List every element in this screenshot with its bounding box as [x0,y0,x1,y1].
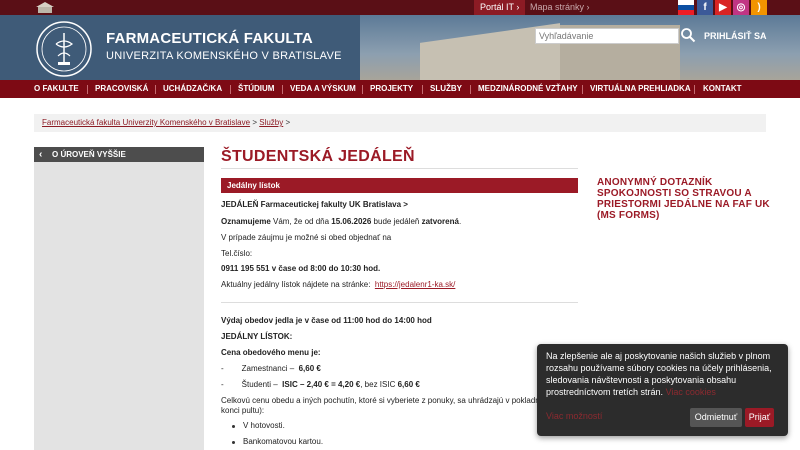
payment-info-cont: konci pultu): [221,406,265,415]
nav-divider [362,85,363,94]
breadcrumb: Farmaceutická fakulta Univerzity Komensk… [34,114,766,132]
nav-divider [422,85,423,94]
nav-item-medzinarodne-vztahy[interactable]: MEDZINÁRODNÉ VZŤAHY [478,80,578,98]
chevron-left-icon: ‹ [39,149,43,160]
site-header: FARMACEUTICKÁ FAKULTA UNIVERZITA KOMENSK… [0,15,800,80]
site-map-label: Mapa stránky [530,2,585,12]
notice-text: . [458,217,462,226]
login-link[interactable]: PRIHLÁSIŤ SA [704,31,767,41]
cookie-accept-button[interactable]: Prijať [745,408,774,427]
serving-hours: Výdaj obedov jedla je v čase od 11:00 ho… [221,316,432,325]
serving-hours-text: Výdaj obedov jedla je v čase od 11:00 ho… [221,316,432,325]
notice-text: Vám, že od dňa [270,217,332,226]
menu-label-text: JEDÁLNY LÍSTOK: [221,332,293,341]
notice-text: bude jedáleň [371,217,422,226]
phone-number: 0911 195 551 v čase od 8:00 do 10:30 hod… [221,264,380,273]
cookie-reject-button[interactable]: Odmietnuť [690,408,742,427]
top-utility-bar: Portál IT › Mapa stránky › f ▶ ◎ ) [0,0,800,15]
main-navigation: O FAKULTE PRACOVISKÁ UCHÁDZAČ/KA ŠTÚDIUM… [0,80,800,98]
breadcrumb-separator: > [285,118,291,127]
cookie-text: Na zlepšenie ale aj poskytovanie našich … [546,350,782,398]
cookie-more-inline-link[interactable]: Viac cookies [666,387,716,397]
nav-item-sluzby[interactable]: SLUŽBY [430,80,462,98]
price-students-value: 6,60 € [397,380,420,389]
site-map-link[interactable]: Mapa stránky › [524,0,596,15]
menu-heading-bar: Jedálny lístok [221,178,578,193]
portal-it-label: Portál IT [480,2,514,12]
bullet-icon [232,425,235,428]
nav-divider [155,85,156,94]
youtube-icon[interactable]: ▶ [715,0,731,15]
instagram-icon[interactable]: ◎ [733,0,749,15]
level-up-label: O ÚROVEŇ VYŠŠIE [52,150,126,159]
nav-divider [694,85,695,94]
canteen-heading: JEDÁLEŇ Farmaceutickej fakulty UK Bratis… [221,200,408,209]
notice-strong: Oznamujeme [221,217,271,226]
nav-item-studium[interactable]: ŠTÚDIUM [238,80,274,98]
menu-external-link[interactable]: https://jedalenr1-ka.sk/ [375,280,455,289]
price-dash: - [221,380,224,389]
cookie-message: Na zlepšenie ale aj poskytovanie našich … [546,351,772,397]
faculty-logo-icon[interactable] [34,20,94,78]
nav-item-virtualna-prehliadka[interactable]: VIRTUÁLNA PREHLIADKA [590,80,691,98]
search-icon[interactable] [680,27,696,43]
nav-divider [282,85,283,94]
home-icon[interactable] [34,1,56,14]
price-students-text: , bez ISIC [360,380,398,389]
order-info: V prípade záujmu je možné si obed objedn… [221,233,392,242]
notice-status: zatvorená [421,217,459,226]
price-heading-text: Cena obedového menu je: [221,348,321,357]
breadcrumb-link-faculty[interactable]: Farmaceutická fakulta Univerzity Komensk… [42,118,250,127]
menu-label: JEDÁLNY LÍSTOK: [221,332,292,341]
survey-link[interactable]: ANONYMNÝ DOTAZNÍK SPOKOJNOSTI SO STRAVOU… [597,177,772,221]
rss-icon[interactable]: ) [751,0,767,15]
breadcrumb-separator: > [252,118,257,127]
nav-item-veda-a-vyskum[interactable]: VEDA A VÝSKUM [290,80,356,98]
payment-card: Bankomatovou kartou. [243,437,324,446]
cookie-more-options-link[interactable]: Viac možností [546,410,602,422]
level-up-button[interactable]: ‹ O ÚROVEŇ VYŠŠIE [34,147,204,162]
flag-sk-icon[interactable] [678,0,694,15]
nav-divider [582,85,583,94]
price-students-label: Študenti – [241,380,278,389]
nav-item-uchadzac[interactable]: UCHÁDZAČ/KA [163,80,222,98]
price-heading: Cena obedového menu je: [221,348,321,357]
nav-item-kontakt[interactable]: KONTAKT [703,80,742,98]
menu-link-label: Aktuálny jedálny lístok nájdete na strán… [221,280,371,289]
content-divider [221,302,578,303]
payment-cash: V hotovosti. [243,421,285,430]
price-employees-value: 6,60 € [298,364,321,373]
price-employees: - Zamestnanci – 6,60 € [221,364,321,373]
facebook-icon[interactable]: f [697,0,713,15]
payment-info: Celkovú cenu obedu a iných pochutín, kto… [221,396,542,405]
nav-divider [230,85,231,94]
bullet-icon [232,441,235,444]
breadcrumb-link-sluzby[interactable]: Služby [259,118,283,127]
sidebar: ‹ O ÚROVEŇ VYŠŠIE [34,147,204,450]
nav-item-o-fakulte[interactable]: O FAKULTE [34,80,79,98]
university-subtitle[interactable]: UNIVERZITA KOMENSKÉHO V BRATISLAVE [106,50,342,62]
phone-label: Tel.číslo: [221,249,253,258]
closure-notice: Oznamujeme Vám, že od dňa 15.06.2026 bud… [221,217,461,226]
nav-divider [87,85,88,94]
nav-item-projekty[interactable]: PROJEKTY [370,80,413,98]
search-input[interactable]: Vyhľadávanie [535,28,679,44]
price-employees-label: Zamestnanci – [241,364,295,373]
title-divider [221,168,578,169]
price-students-isic: ISIC – 2,40 € = 4,20 € [282,380,361,389]
canteen-heading-text: JEDÁLEŇ Farmaceutickej fakulty UK Bratis… [221,200,408,209]
faculty-title[interactable]: FARMACEUTICKÁ FAKULTA [106,30,313,47]
notice-date: 15.06.2026 [331,217,372,226]
page-title: ŠTUDENTSKÁ JEDÁLEŇ [221,148,415,165]
cookie-banner: Na zlepšenie ale aj poskytovanie našich … [537,344,788,436]
menu-link-line: Aktuálny jedálny lístok nájdete na strán… [221,280,455,289]
price-students: - Študenti – ISIC – 2,40 € = 4,20 €, bez … [221,380,420,389]
price-dash: - [221,364,224,373]
nav-divider [470,85,471,94]
nav-item-pracoviska[interactable]: PRACOVISKÁ [95,80,148,98]
portal-it-link[interactable]: Portál IT › [474,0,526,15]
phone-number-text: 0911 195 551 v čase od 8:00 do 10:30 hod… [221,264,381,273]
